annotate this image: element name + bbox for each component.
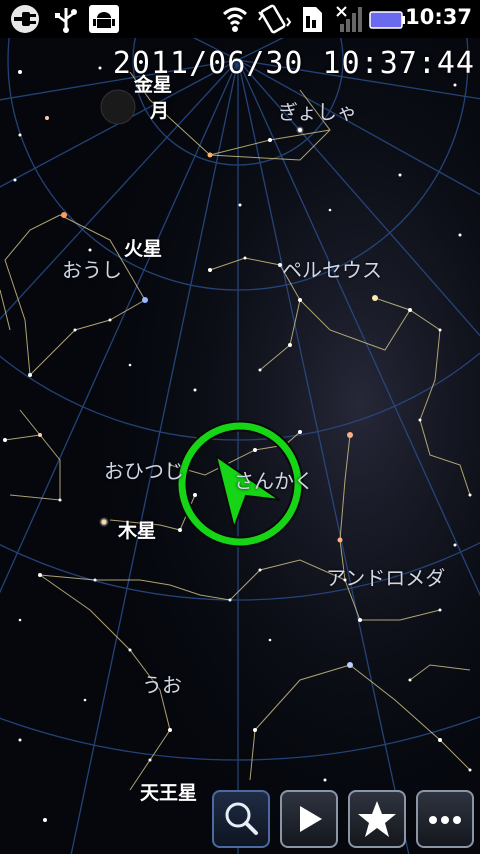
play-icon [300,806,322,832]
status-clock: 10:37 [405,5,472,29]
constellation-label-perseus[interactable]: ペルセウス [282,254,382,283]
planet-label-mars[interactable]: 火星 [124,234,162,261]
constellation-label-andromeda[interactable]: アンドロメダ [326,562,445,591]
planet-label-jupiter[interactable]: 木星 [118,516,156,543]
usb-connection-icon [11,5,39,33]
moon-marker[interactable] [100,89,136,125]
signal-icon [336,6,362,32]
constellation-label-aries[interactable]: おひつじ [104,455,184,484]
status-bar: 10:37 [0,0,480,38]
constellation-label-taurus[interactable]: おうし [62,254,122,283]
magnifier-icon [225,802,258,835]
play-button[interactable] [280,790,338,848]
constellation-label-triangulum[interactable]: さんかく [234,465,314,494]
planet-label-uranus[interactable]: 天王星 [140,778,197,805]
battery-icon [369,11,405,29]
more-dots-icon [429,816,461,824]
planet-label-venus[interactable]: 金星 [134,70,172,97]
favorite-button[interactable] [348,790,406,848]
sd-card-icon [303,7,322,32]
wifi-icon [222,7,248,32]
vibrate-icon [258,4,292,34]
sky-map[interactable] [0,38,480,854]
android-debug-icon [89,5,119,33]
star-icon [358,801,396,837]
usb-icon [55,8,77,33]
search-button[interactable] [212,790,270,848]
more-button[interactable] [416,790,474,848]
constellation-label-pisces[interactable]: うお [142,669,182,698]
constellation-label-auriga[interactable]: ぎょしゃ [278,96,357,125]
planet-label-moon[interactable]: 月 [150,96,169,123]
